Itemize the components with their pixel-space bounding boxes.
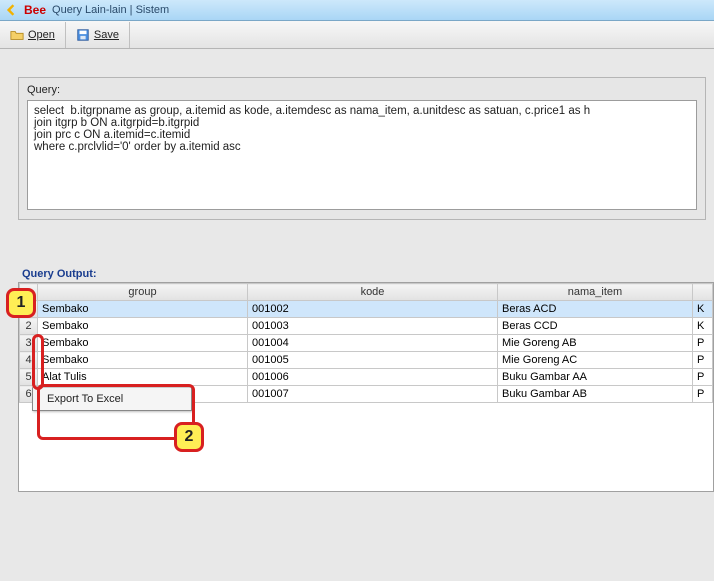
- table-row[interactable]: 2Sembako001003Beras CCDK: [20, 318, 713, 335]
- table-row[interactable]: 4Sembako001005Mie Goreng ACP: [20, 352, 713, 369]
- cell-extra[interactable]: P: [693, 352, 713, 369]
- col-kode[interactable]: kode: [248, 284, 498, 301]
- cell-group[interactable]: Sembako: [38, 301, 248, 318]
- cell-extra[interactable]: K: [693, 301, 713, 318]
- query-panel: Query:: [18, 77, 706, 220]
- cell-nama-item[interactable]: Mie Goreng AC: [498, 352, 693, 369]
- table-row[interactable]: 5Alat Tulis001006Buku Gambar AAP: [20, 369, 713, 386]
- cell-extra[interactable]: K: [693, 318, 713, 335]
- query-label: Query:: [27, 84, 697, 96]
- cell-kode[interactable]: 001003: [248, 318, 498, 335]
- cell-rownum[interactable]: 5: [20, 369, 38, 386]
- save-icon: [76, 28, 90, 42]
- export-to-excel-item[interactable]: Export To Excel: [33, 388, 191, 410]
- cell-rownum[interactable]: 4: [20, 352, 38, 369]
- table-row[interactable]: 3Sembako001004Mie Goreng ABP: [20, 335, 713, 352]
- table-row[interactable]: 1Sembako001002Beras ACDK: [20, 301, 713, 318]
- cell-nama-item[interactable]: Buku Gambar AA: [498, 369, 693, 386]
- cell-group[interactable]: Alat Tulis: [38, 369, 248, 386]
- annotation-badge-1: 1: [6, 288, 36, 318]
- cell-nama-item[interactable]: Beras ACD: [498, 301, 693, 318]
- back-icon[interactable]: [4, 3, 18, 17]
- cell-nama-item[interactable]: Beras CCD: [498, 318, 693, 335]
- query-output-label: Query Output:: [22, 268, 714, 280]
- col-group[interactable]: group: [38, 284, 248, 301]
- cell-extra[interactable]: P: [693, 386, 713, 403]
- cell-nama-item[interactable]: Buku Gambar AB: [498, 386, 693, 403]
- cell-nama-item[interactable]: Mie Goreng AB: [498, 335, 693, 352]
- cell-rownum[interactable]: 3: [20, 335, 38, 352]
- toolbar: Open Save: [0, 21, 714, 49]
- save-button[interactable]: Save: [66, 22, 130, 48]
- save-label: Save: [94, 29, 119, 41]
- cell-group[interactable]: Sembako: [38, 335, 248, 352]
- cell-group[interactable]: Sembako: [38, 352, 248, 369]
- cell-extra[interactable]: P: [693, 369, 713, 386]
- context-menu: Export To Excel: [32, 387, 192, 411]
- query-input[interactable]: [27, 100, 697, 210]
- folder-open-icon: [10, 28, 24, 42]
- table-header-row: group kode nama_item: [20, 284, 713, 301]
- cell-kode[interactable]: 001005: [248, 352, 498, 369]
- cell-kode[interactable]: 001007: [248, 386, 498, 403]
- cell-rownum[interactable]: 2: [20, 318, 38, 335]
- window-titlebar: Bee Query Lain-lain | Sistem: [0, 0, 714, 21]
- app-logo: Bee: [24, 3, 46, 17]
- cell-extra[interactable]: P: [693, 335, 713, 352]
- annotation-badge-2: 2: [174, 422, 204, 452]
- cell-kode[interactable]: 001004: [248, 335, 498, 352]
- col-extra[interactable]: [693, 284, 713, 301]
- col-nama-item[interactable]: nama_item: [498, 284, 693, 301]
- window-title: Query Lain-lain | Sistem: [52, 4, 169, 16]
- cell-kode[interactable]: 001006: [248, 369, 498, 386]
- cell-kode[interactable]: 001002: [248, 301, 498, 318]
- cell-group[interactable]: Sembako: [38, 318, 248, 335]
- open-label: Open: [28, 29, 55, 41]
- open-button[interactable]: Open: [0, 22, 66, 48]
- logo-text: Bee: [24, 3, 46, 17]
